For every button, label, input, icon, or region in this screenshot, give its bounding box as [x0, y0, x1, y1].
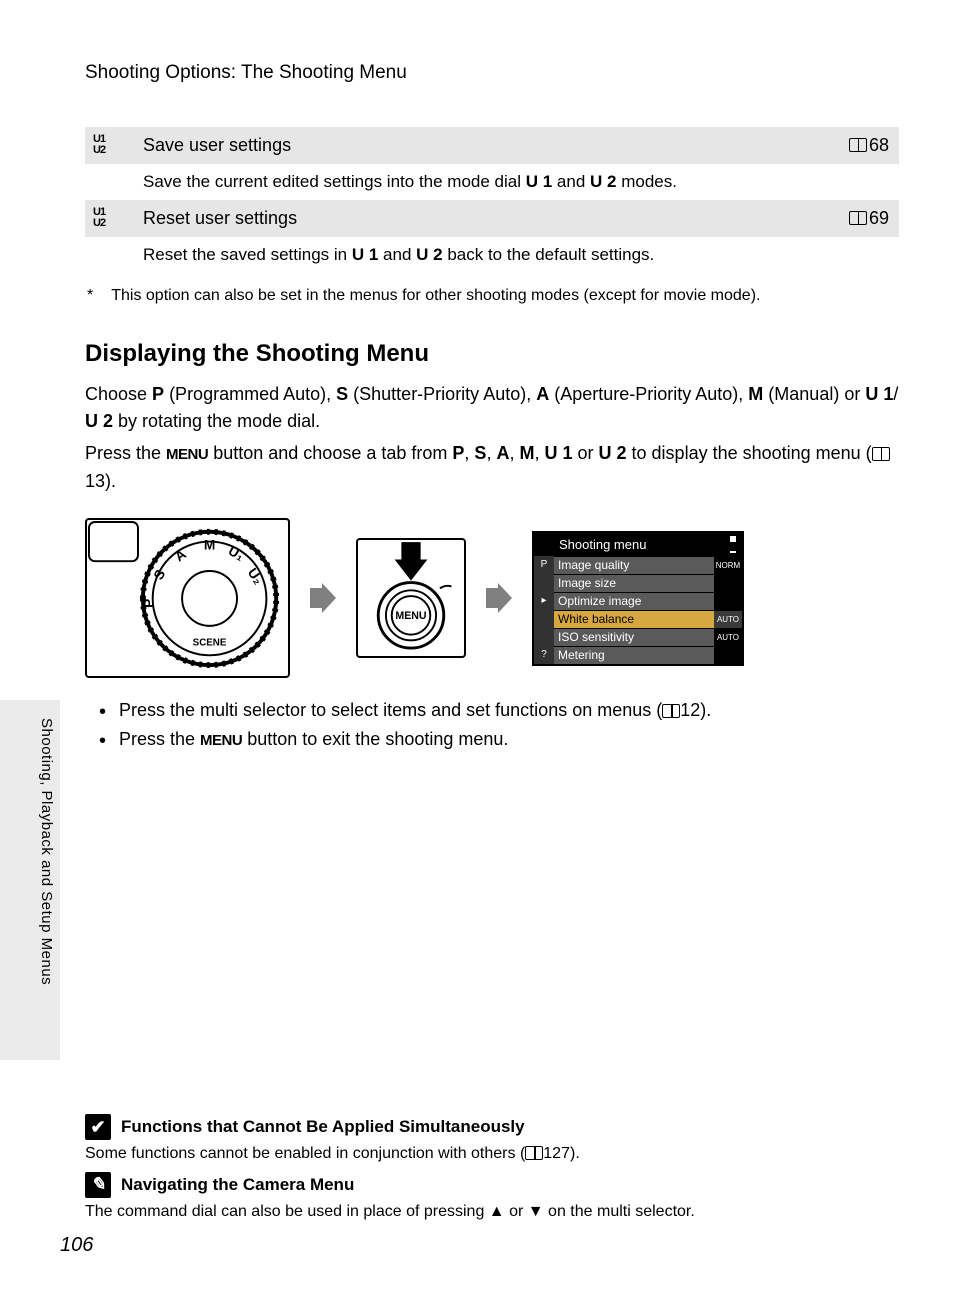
pencil-icon: ✎	[85, 1172, 111, 1198]
list-item: Press the multi selector to select items…	[95, 696, 899, 725]
screen-title: Shooting menu	[534, 533, 742, 556]
arrow-right-icon	[310, 583, 336, 613]
note-body: The command dial can also be used in pla…	[85, 1201, 899, 1223]
body-paragraph: Choose P (Programmed Auto), S (Shutter-P…	[85, 381, 899, 437]
list-item: Press the MENU button to exit the shooti…	[95, 725, 899, 754]
note-heading: ✔ Functions that Cannot Be Applied Simul…	[85, 1114, 899, 1140]
svg-text:MENU: MENU	[395, 610, 426, 622]
check-icon: ✔	[85, 1114, 111, 1140]
arrow-right-icon	[486, 583, 512, 613]
body-paragraph: Press the MENU button and choose a tab f…	[85, 440, 899, 496]
book-icon	[872, 447, 890, 461]
row-title: Save user settings	[143, 133, 849, 158]
u12-icon: U1U2	[93, 134, 143, 156]
row-title: Reset user settings	[143, 206, 849, 231]
bullet-list: Press the multi selector to select items…	[95, 696, 899, 754]
camera-screen-illustration: Shooting menu PImage qualityNORM Image s…	[532, 531, 744, 666]
table-row: U1U2 Reset user settings 69	[85, 200, 899, 237]
book-icon	[662, 704, 680, 718]
chapter-title: Shooting Options: The Shooting Menu	[85, 60, 899, 87]
section-heading: Displaying the Shooting Menu	[85, 337, 899, 371]
table-row: U1U2 Save user settings 68	[85, 127, 899, 164]
mode-dial-illustration: A M U₁ U₂ S P SCENE	[85, 518, 290, 678]
svg-text:M: M	[204, 538, 215, 553]
note-heading: ✎ Navigating the Camera Menu	[85, 1172, 899, 1198]
menu-button-illustration: MENU	[356, 538, 466, 658]
u12-icon: U1U2	[93, 207, 143, 229]
footnote: *This option can also be set in the menu…	[85, 285, 899, 307]
page-ref: 68	[849, 133, 889, 158]
row-description: Reset the saved settings in U 1 and U 2 …	[85, 237, 899, 273]
diagram-row: A M U₁ U₂ S P SCENE	[85, 518, 899, 678]
book-icon	[525, 1146, 543, 1160]
svg-text:SCENE: SCENE	[193, 638, 227, 649]
book-icon	[849, 138, 867, 152]
page-ref: 69	[849, 206, 889, 231]
note-body: Some functions cannot be enabled in conj…	[85, 1143, 899, 1165]
book-icon	[849, 211, 867, 225]
row-description: Save the current edited settings into th…	[85, 164, 899, 200]
